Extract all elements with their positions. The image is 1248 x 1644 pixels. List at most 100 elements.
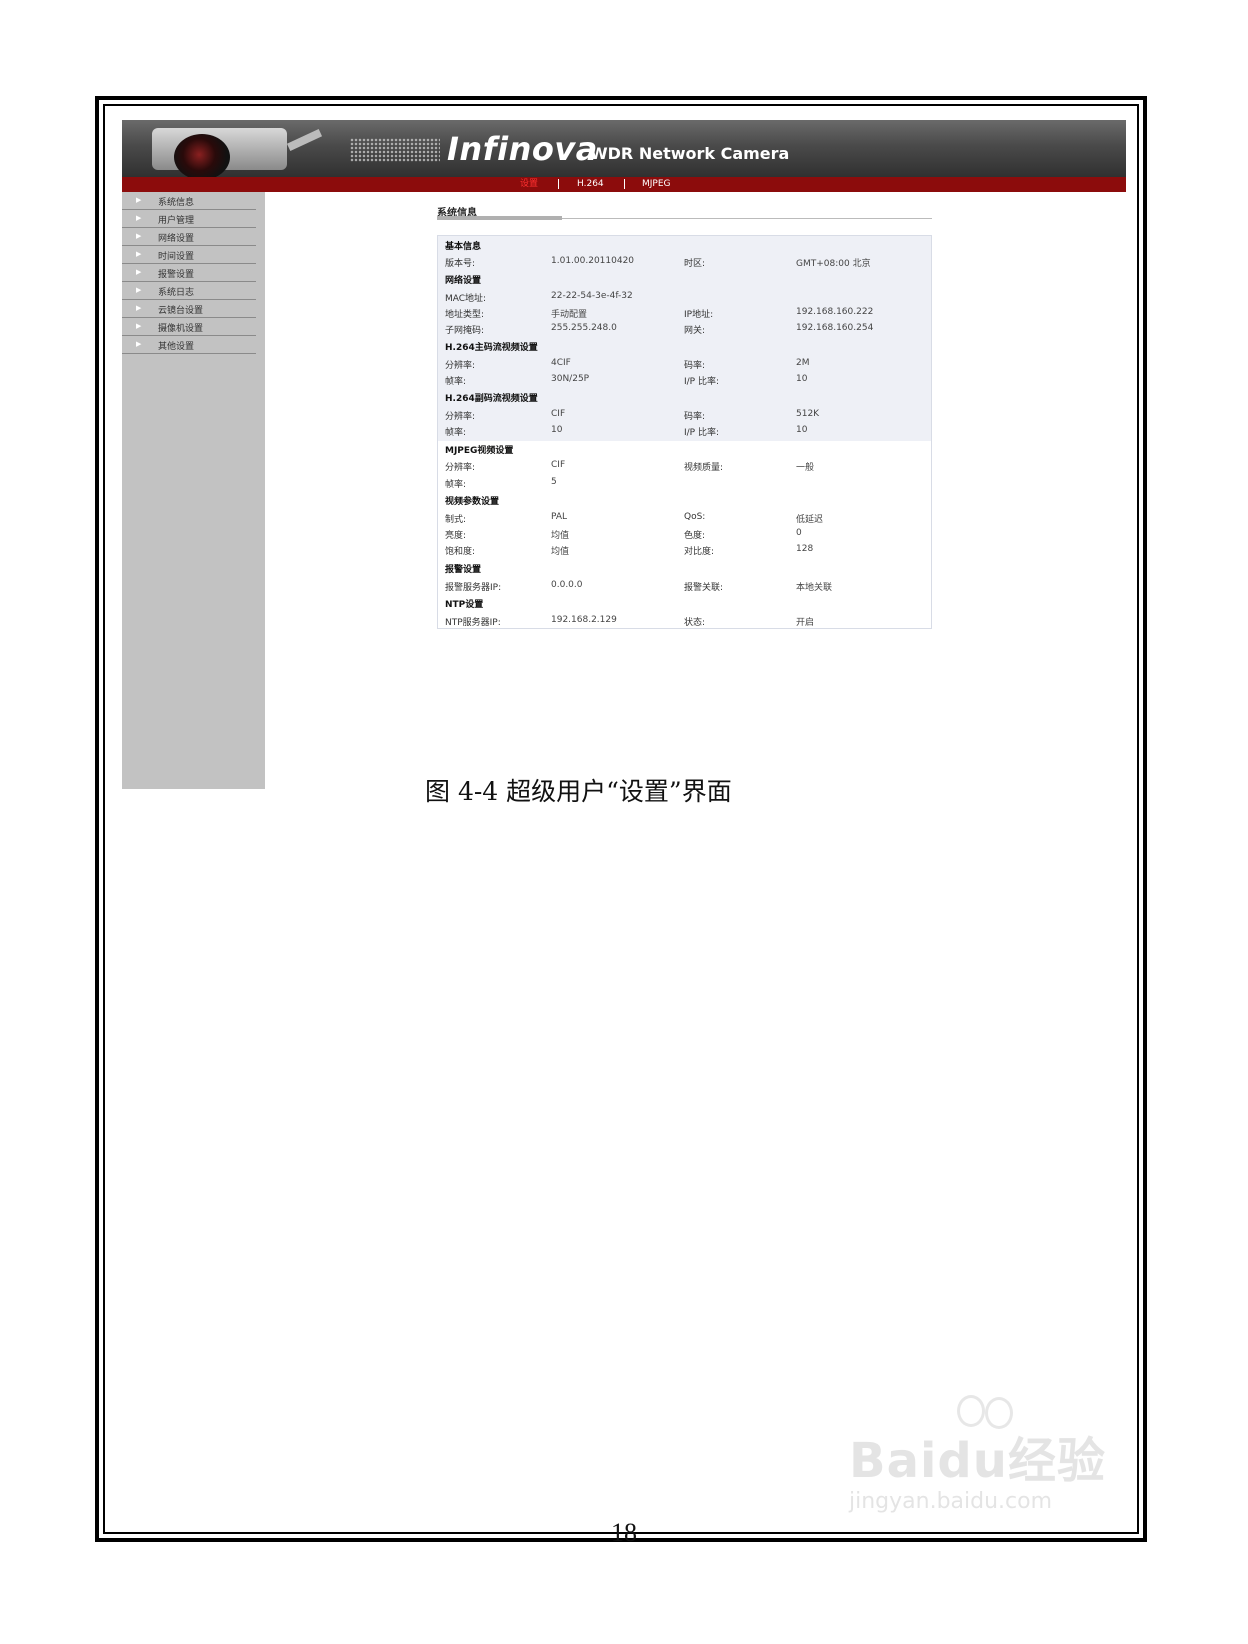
watermark-logo: Baidu经验 [849,1433,1106,1489]
arrow-right-icon: ▶ [136,214,142,222]
alarm-server-value: 0.0.0.0 [551,580,583,590]
sidebar-item-other[interactable]: ▶ 其他设置 [122,336,256,354]
timezone-value: GMT+08:00 北京 [796,259,871,269]
top-nav-bar: 设置 H.264 MJPEG [122,177,1126,192]
sidebar-item-label: 系统日志 [158,288,195,298]
dot-pattern-decoration [350,138,440,162]
mjpeg-resolution-value: CIF [551,460,566,470]
sidebar-item-label: 云镜台设置 [158,306,204,316]
sub-resolution-value: CIF [551,409,566,419]
alarm-link-value: 本地关联 [796,583,833,593]
firmware-label: 版本号: [445,259,476,269]
ntp-status-label: 状态: [684,618,706,628]
sub-resolution-label: 分辨率: [445,412,476,422]
main-ip-ratio-value: 10 [796,374,808,384]
arrow-right-icon: ▶ [136,268,142,276]
section-network: 网络设置 [445,276,482,286]
sidebar-menu: ▶ 系统信息 ▶ 用户管理 ▶ 网络设置 ▶ 时间设置 ▶ 报警设置 ▶ 系统日… [122,192,265,789]
sub-bitrate-label: 码率: [684,412,706,422]
sidebar-item-label: 网络设置 [158,234,195,244]
arrow-right-icon: ▶ [136,340,142,348]
video-format-label: 制式: [445,515,467,525]
sidebar-item-alarm[interactable]: ▶ 报警设置 [122,264,256,282]
camera-mount-icon [286,128,323,152]
main-fps-value: 30N/25P [551,374,590,384]
header-banner: Infinova WDR Network Camera [122,120,1126,177]
section-alarm: 报警设置 [445,565,482,575]
hue-label: 色度: [684,531,706,541]
ip-value: 192.168.160.222 [796,307,874,317]
arrow-right-icon: ▶ [136,196,142,204]
section-video-params: 视频参数设置 [445,497,500,507]
sidebar-item-label: 系统信息 [158,198,195,208]
brand-subtitle: WDR Network Camera [590,144,790,163]
gateway-value: 192.168.160.254 [796,323,874,333]
ntp-status-value: 开启 [796,618,815,628]
sidebar-item-camera[interactable]: ▶ 摄像机设置 [122,318,256,336]
sidebar-item-label: 用户管理 [158,216,195,226]
nav-separator [558,179,559,189]
section-ntp: NTP设置 [445,600,484,610]
sidebar-item-ptz[interactable]: ▶ 云镜台设置 [122,300,256,318]
main-bitrate-label: 码率: [684,361,706,371]
timezone-label: 时区: [684,259,706,269]
system-info-table: 基本信息 版本号: 1.01.00.20110420 时区: GMT+08:00… [437,235,932,629]
sidebar-item-user-management[interactable]: ▶ 用户管理 [122,210,256,228]
main-fps-label: 帧率: [445,377,467,387]
main-resolution-label: 分辨率: [445,361,476,371]
main-resolution-value: 4CIF [551,358,571,368]
arrow-right-icon: ▶ [136,322,142,330]
figure-caption: 图 4-4 超级用户“设置”界面 [425,777,732,806]
video-format-value: PAL [551,512,568,522]
nav-settings[interactable]: 设置 [520,177,538,192]
hue-value: 0 [796,528,802,538]
sidebar-item-network[interactable]: ▶ 网络设置 [122,228,256,246]
sidebar-item-label: 其他设置 [158,342,195,352]
mjpeg-quality-value: 一般 [796,463,815,473]
nav-h264[interactable]: H.264 [577,177,604,192]
camera-icon [152,128,287,177]
gateway-label: 网关: [684,326,706,336]
camera-lens-icon [174,134,230,177]
main-ip-ratio-label: I/P 比率: [684,377,720,387]
subnet-mask-label: 子网掩码: [445,326,485,336]
section-basic-info: 基本信息 [445,242,482,252]
sub-bitrate-value: 512K [796,409,820,419]
arrow-right-icon: ▶ [136,304,142,312]
address-type-label: 地址类型: [445,310,485,320]
baidu-watermark: Baidu经验 jingyan.baidu.com [845,1395,1125,1545]
contrast-label: 对比度: [684,547,715,557]
main-bitrate-value: 2M [796,358,810,368]
sidebar-item-time[interactable]: ▶ 时间设置 [122,246,256,264]
address-type-value: 手动配置 [551,310,588,320]
sub-fps-value: 10 [551,425,563,435]
brightness-value: 均值 [551,531,570,541]
subnet-mask-value: 255.255.248.0 [551,323,617,333]
nav-separator [624,179,625,189]
sidebar-item-system-log[interactable]: ▶ 系统日志 [122,282,256,300]
qos-label: QoS: [684,512,706,522]
sidebar-item-system-info[interactable]: ▶ 系统信息 [122,192,256,210]
section-h264-sub: H.264副码流视频设置 [445,394,538,404]
mac-value: 22-22-54-3e-4f-32 [551,291,633,301]
section-h264-main: H.264主码流视频设置 [445,343,538,353]
arrow-right-icon: ▶ [136,232,142,240]
title-underline [437,216,562,220]
sub-fps-label: 帧率: [445,428,467,438]
contrast-value: 128 [796,544,814,554]
mac-label: MAC地址: [445,294,487,304]
section-mjpeg: MJPEG视频设置 [445,446,514,456]
ip-label: IP地址: [684,310,714,320]
alarm-link-label: 报警关联: [684,583,724,593]
sub-ip-ratio-value: 10 [796,425,808,435]
nav-mjpeg[interactable]: MJPEG [642,177,671,192]
mjpeg-fps-label: 帧率: [445,480,467,490]
saturation-label: 饱和度: [445,547,476,557]
brightness-label: 亮度: [445,531,467,541]
arrow-right-icon: ▶ [136,286,142,294]
mjpeg-quality-label: 视频质量: [684,463,724,473]
sidebar-item-label: 时间设置 [158,252,195,262]
ntp-server-value: 192.168.2.129 [551,615,617,625]
watermark-url: jingyan.baidu.com [849,1489,1053,1514]
brand-logo: Infinova [447,130,598,168]
